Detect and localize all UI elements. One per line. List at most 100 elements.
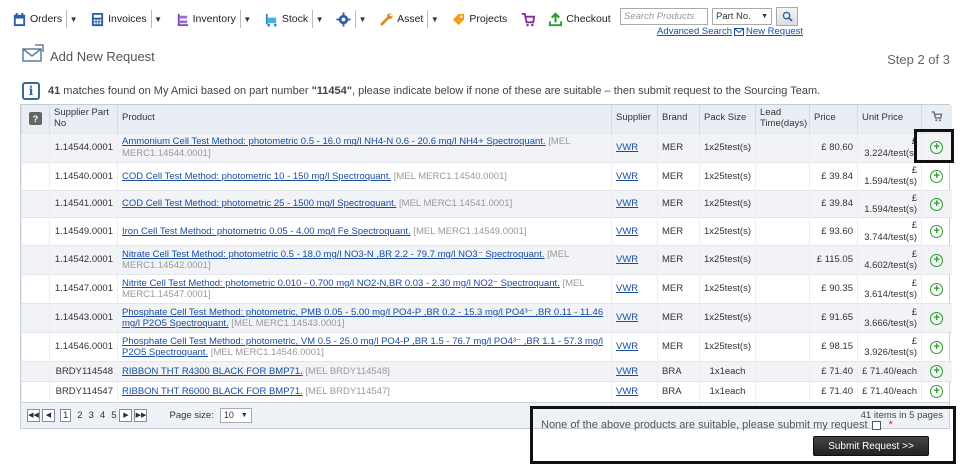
invoices-menu[interactable]: Invoices (86, 8, 151, 30)
mel-code: [MEL MERC1.14546.0001] (208, 347, 324, 359)
request-envelope-icon (22, 44, 44, 62)
supplier-link[interactable]: VWR (616, 226, 638, 237)
new-request-link[interactable]: New Request (734, 26, 803, 37)
none-suitable-checkbox[interactable] (871, 420, 881, 430)
cell-unit-price: £ 3.926/test(s) (857, 332, 922, 362)
product-link[interactable]: COD Cell Test Method: photometric 25 - 1… (122, 198, 396, 209)
projects-menu[interactable]: Projects (447, 8, 511, 30)
add-to-cart-button[interactable]: + (930, 282, 944, 296)
inventory-menu[interactable]: Inventory (171, 8, 240, 30)
stock-icon (265, 13, 277, 27)
searched-part: "11454" (311, 85, 352, 97)
inventory-icon (177, 13, 188, 26)
add-to-cart-button[interactable]: + (930, 253, 944, 267)
search-button[interactable] (776, 7, 798, 26)
page-3[interactable]: 3 (89, 410, 94, 421)
supplier-link[interactable]: VWR (616, 366, 638, 377)
help-icon[interactable]: ? (29, 112, 42, 126)
supplier-link[interactable]: VWR (616, 283, 638, 294)
product-link[interactable]: Nitrite Cell Test Method: photometric 0.… (122, 278, 560, 289)
page-4[interactable]: 4 (100, 410, 105, 421)
submit-request-button[interactable]: Submit Request >> (813, 436, 929, 456)
add-to-cart-button[interactable]: + (930, 340, 944, 354)
info-text-1: matches found on My Amici based on part … (60, 85, 312, 97)
header-lead-time[interactable]: Lead Time(days) (755, 105, 810, 134)
info-text-2: , please indicate below if none of these… (351, 85, 821, 97)
header-supplier[interactable]: Supplier (611, 105, 658, 134)
page-size-select[interactable]: 10 ▼ (219, 407, 252, 423)
add-to-cart-button[interactable]: + (930, 225, 944, 239)
add-to-cart-button[interactable]: + (930, 365, 944, 379)
last-page-button[interactable]: ▶▶ (134, 408, 148, 422)
cell-price: £ 71.40 (809, 381, 858, 402)
search-input[interactable]: Search Products (620, 8, 708, 25)
header-unit-price[interactable]: Unit Price (857, 105, 922, 134)
table-row: 1.14547.0001 Nitrite Cell Test Method: p… (21, 274, 952, 304)
cell-pack: 1x25test(s) (699, 245, 756, 275)
next-page-button[interactable]: ▶ (119, 408, 133, 422)
page-1[interactable]: 1 (60, 408, 72, 422)
invoices-dropdown[interactable]: ▼ (150, 10, 165, 28)
supplier-link[interactable]: VWR (616, 142, 638, 153)
inventory-dropdown[interactable]: ▼ (239, 10, 254, 28)
page-2[interactable]: 2 (77, 410, 82, 421)
header-supplier-part-no[interactable]: Supplier Part No (49, 105, 118, 134)
product-link[interactable]: RIBBON THT R6000 BLACK FOR BMP71. (122, 386, 303, 397)
cell-product: Iron Cell Test Method: photometric 0.05 … (117, 217, 612, 246)
table-row: 1.14549.0001 Iron Cell Test Method: phot… (21, 217, 952, 246)
header-pack-size[interactable]: Pack Size (699, 105, 756, 134)
product-link[interactable]: Phosphate Cell Test Method: photometric,… (122, 336, 603, 358)
product-link[interactable]: RIBBON THT R4300 BLACK FOR BMP71. (122, 366, 303, 377)
add-to-cart-button[interactable]: + (930, 169, 944, 183)
cell-price: £ 71.40 (809, 361, 858, 382)
asset-label: Asset (397, 13, 424, 25)
header-product[interactable]: Product (117, 105, 612, 134)
prev-page-button[interactable]: ◀ (42, 408, 55, 422)
product-link[interactable]: Iron Cell Test Method: photometric 0.05 … (122, 226, 411, 237)
add-to-cart-button[interactable]: + (930, 385, 944, 399)
first-page-button[interactable]: ◀◀ (27, 408, 40, 422)
match-count: 41 (48, 85, 61, 97)
supplier-link[interactable]: VWR (616, 341, 638, 352)
supplier-link[interactable]: VWR (616, 171, 638, 182)
cart-button[interactable] (517, 8, 540, 30)
asset-dropdown[interactable]: ▼ (427, 10, 441, 28)
product-link[interactable]: Ammonium Cell Test Method: photometric 0… (122, 136, 546, 147)
invoices-label: Invoices (108, 13, 147, 25)
cell-brand: MER (657, 132, 700, 163)
add-to-cart-button[interactable]: + (930, 197, 944, 211)
cell-brand: BRA (657, 381, 700, 402)
asset-menu[interactable]: Asset (375, 8, 427, 30)
page-5[interactable]: 5 (111, 410, 116, 421)
product-link[interactable]: Nitrate Cell Test Method: photometric 0.… (122, 249, 545, 260)
settings-menu[interactable] (332, 8, 355, 30)
supplier-link[interactable]: VWR (616, 386, 638, 397)
cell-product: Phosphate Cell Test Method: photometric,… (117, 332, 612, 362)
supplier-link[interactable]: VWR (616, 312, 638, 323)
checkout-button[interactable]: Checkout (544, 8, 614, 30)
add-to-cart-button[interactable]: + (930, 311, 944, 325)
table-row: 1.14542.0001 Nitrate Cell Test Method: p… (21, 245, 952, 275)
supplier-link[interactable]: VWR (616, 254, 638, 265)
advanced-search-link[interactable]: Advanced Search (657, 26, 732, 37)
cell-supplier: VWR (611, 332, 658, 362)
cell-add: + (921, 381, 952, 402)
cell-price: £ 90.35 (809, 274, 858, 304)
search-mode-select[interactable]: Part No. ▼ (712, 8, 772, 25)
stock-menu[interactable]: Stock (260, 8, 312, 30)
row-spacer (21, 161, 50, 191)
cell-supplier: VWR (611, 361, 658, 382)
settings-dropdown[interactable]: ▼ (355, 10, 369, 28)
header-brand[interactable]: Brand (657, 105, 700, 134)
stock-dropdown[interactable]: ▼ (312, 10, 326, 28)
product-link[interactable]: COD Cell Test Method: photometric 10 - 1… (122, 171, 391, 182)
cell-pack: 1x25test(s) (699, 332, 756, 362)
supplier-link[interactable]: VWR (616, 198, 638, 209)
highlight-box (914, 129, 954, 163)
header-price[interactable]: Price (809, 105, 858, 134)
orders-menu[interactable]: Orders (8, 8, 66, 30)
orders-dropdown[interactable]: ▼ (66, 10, 80, 28)
cell-price: £ 115.05 (809, 245, 858, 275)
cell-product: COD Cell Test Method: photometric 25 - 1… (117, 189, 612, 218)
product-link[interactable]: Phosphate Cell Test Method: photometric,… (122, 307, 603, 329)
